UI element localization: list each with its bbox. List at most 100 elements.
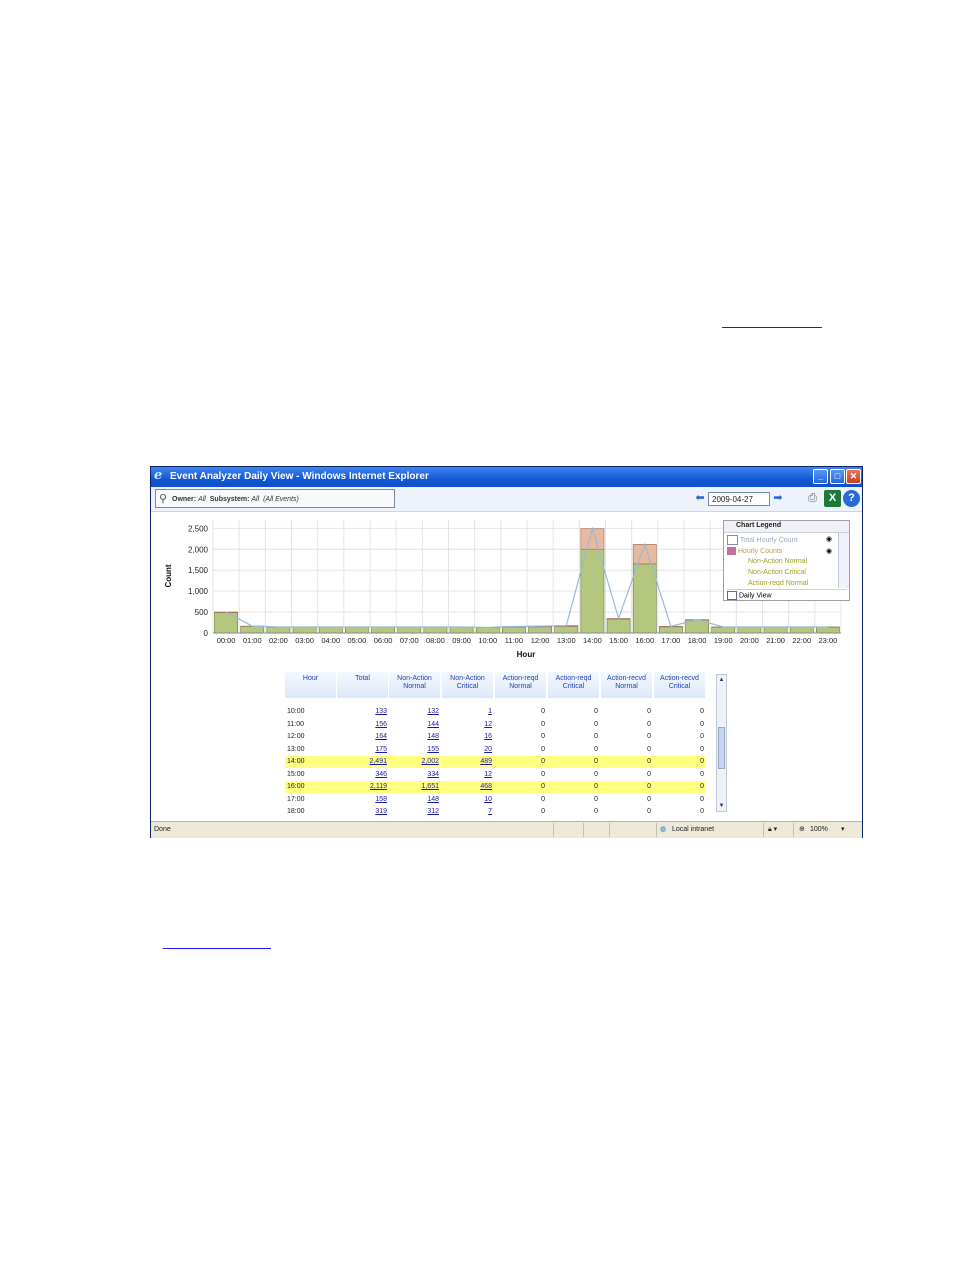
minimize-button[interactable]: _ bbox=[813, 469, 828, 484]
legend-item[interactable]: Total Hourly Count bbox=[727, 535, 797, 545]
column-header[interactable]: Action-reqd Normal bbox=[495, 672, 547, 698]
bar-non-action-normal[interactable] bbox=[528, 626, 552, 634]
count-cell[interactable]: 175 bbox=[337, 744, 387, 756]
bar-non-action-normal[interactable] bbox=[423, 626, 448, 634]
bar-non-action-normal[interactable] bbox=[318, 626, 343, 634]
count-cell[interactable]: 2,491 bbox=[337, 756, 387, 768]
count-cell[interactable]: 2,119 bbox=[337, 781, 387, 793]
column-header[interactable]: Action-reqd Critical bbox=[548, 672, 600, 698]
bar-non-action-normal[interactable] bbox=[266, 626, 291, 634]
bar-non-action-normal[interactable] bbox=[711, 626, 736, 634]
bar-non-action-normal[interactable] bbox=[659, 626, 683, 634]
table-row[interactable]: 16:00 2,119 1,651 468 0 0 0 0 bbox=[285, 781, 705, 793]
count-cell[interactable]: 155 bbox=[389, 744, 439, 756]
count-cell[interactable]: 312 bbox=[389, 806, 439, 818]
column-header[interactable]: Non-Action Normal bbox=[389, 672, 441, 698]
count-cell[interactable]: 346 bbox=[337, 769, 387, 781]
date-field[interactable]: 2009-04-27 bbox=[708, 492, 770, 506]
bar-non-action-normal[interactable] bbox=[397, 626, 422, 634]
bar-non-action-normal[interactable] bbox=[763, 626, 788, 634]
count-cell[interactable]: 133 bbox=[337, 706, 387, 718]
scroll-up-icon[interactable]: ▲ bbox=[717, 675, 726, 685]
column-header[interactable]: Action-recvd Critical bbox=[654, 672, 706, 698]
table-row[interactable]: 17:00 158 148 10 0 0 0 0 bbox=[285, 794, 705, 806]
document-link-bottom[interactable] bbox=[163, 948, 271, 949]
count-cell[interactable]: 156 bbox=[337, 719, 387, 731]
close-button[interactable]: ✕ bbox=[846, 469, 861, 484]
count-cell[interactable]: 2,002 bbox=[389, 756, 439, 768]
bar-non-action-normal[interactable] bbox=[449, 626, 474, 634]
table-row[interactable]: 14:00 2,491 2,002 489 0 0 0 0 bbox=[285, 756, 705, 768]
table-row[interactable]: 11:00 156 144 12 0 0 0 0 bbox=[285, 719, 705, 731]
eye-icon[interactable]: ◉ bbox=[826, 535, 832, 543]
zoom-icon[interactable]: ⊕ bbox=[799, 822, 805, 838]
table-row[interactable]: 18:00 319 312 7 0 0 0 0 bbox=[285, 806, 705, 818]
count-cell[interactable]: 12 bbox=[442, 769, 492, 781]
count-cell[interactable]: 12 bbox=[442, 719, 492, 731]
excel-icon[interactable]: X bbox=[824, 490, 841, 507]
bar-non-action-normal[interactable] bbox=[502, 626, 526, 634]
chevron-down-icon[interactable]: ▾ bbox=[841, 822, 845, 838]
scroll-thumb[interactable] bbox=[718, 727, 725, 769]
filter-summary[interactable]: ⚲ Owner: All Subsystem: All (All Events) bbox=[155, 489, 395, 508]
legend-item[interactable]: Non-Action Critical bbox=[748, 569, 806, 576]
table-scrollbar[interactable]: ▲ ▼ bbox=[716, 674, 727, 812]
bar-non-action-normal[interactable] bbox=[580, 548, 605, 634]
bar-non-action-normal[interactable] bbox=[292, 626, 317, 634]
bar-non-action-normal[interactable] bbox=[632, 563, 657, 634]
printer-icon[interactable]: ⎙ bbox=[804, 490, 821, 507]
protected-mode-icon[interactable]: 🔒︎ ▾ bbox=[768, 822, 777, 838]
legend-scrollbar[interactable] bbox=[838, 533, 849, 588]
table-row[interactable]: 15:00 346 334 12 0 0 0 0 bbox=[285, 769, 705, 781]
count-cell[interactable]: 1 bbox=[442, 706, 492, 718]
bar-non-action-normal[interactable] bbox=[345, 626, 369, 634]
count-cell[interactable]: 319 bbox=[337, 806, 387, 818]
chart-legend[interactable]: Chart Legend Total Hourly Count ◉ Hourly… bbox=[723, 520, 850, 601]
zoom-level[interactable]: 100% bbox=[810, 822, 828, 838]
count-cell[interactable]: 10 bbox=[442, 794, 492, 806]
bar-non-action-normal[interactable] bbox=[816, 626, 840, 634]
count-cell[interactable]: 7 bbox=[442, 806, 492, 818]
legend-footer[interactable]: Daily View bbox=[727, 589, 847, 600]
bar-non-action-normal[interactable] bbox=[737, 626, 762, 634]
legend-item[interactable]: Action-reqd Normal bbox=[748, 580, 808, 587]
table-row[interactable]: 10:00 133 132 1 0 0 0 0 bbox=[285, 706, 705, 718]
eye-icon[interactable]: ◉ bbox=[826, 547, 832, 555]
column-header[interactable]: Non-Action Critical bbox=[442, 672, 494, 698]
count-cell[interactable]: 164 bbox=[337, 731, 387, 743]
scroll-down-icon[interactable]: ▼ bbox=[717, 801, 726, 811]
count-cell[interactable]: 20 bbox=[442, 744, 492, 756]
bar-non-action-normal[interactable] bbox=[214, 612, 238, 634]
column-header[interactable]: Action-recvd Normal bbox=[601, 672, 653, 698]
maximize-button[interactable]: □ bbox=[830, 469, 845, 484]
count-cell[interactable]: 489 bbox=[442, 756, 492, 768]
count-cell[interactable]: 16 bbox=[442, 731, 492, 743]
count-cell[interactable]: 148 bbox=[389, 794, 439, 806]
table-row[interactable]: 13:00 175 155 20 0 0 0 0 bbox=[285, 744, 705, 756]
count-cell[interactable]: 468 bbox=[442, 781, 492, 793]
table-row[interactable]: 12:00 164 148 16 0 0 0 0 bbox=[285, 731, 705, 743]
bar-non-action-normal[interactable] bbox=[554, 626, 579, 634]
bar-non-action-normal[interactable] bbox=[371, 626, 395, 634]
bar-non-action-normal[interactable] bbox=[240, 626, 265, 634]
count-cell[interactable]: 148 bbox=[389, 731, 439, 743]
column-header[interactable]: Total bbox=[337, 672, 389, 698]
bar-non-action-critical[interactable] bbox=[632, 544, 657, 565]
right-arrow-icon[interactable]: ➡ bbox=[772, 492, 784, 504]
left-arrow-icon[interactable]: ⬅ bbox=[694, 492, 706, 504]
legend-item[interactable]: Non-Action Normal bbox=[748, 558, 807, 565]
document-link-top[interactable] bbox=[722, 327, 822, 328]
help-icon[interactable]: ? bbox=[843, 490, 860, 507]
bar-non-action-normal[interactable] bbox=[606, 618, 631, 634]
legend-item[interactable]: Hourly Counts bbox=[727, 547, 782, 555]
bar-non-action-critical[interactable] bbox=[580, 528, 605, 550]
count-cell[interactable]: 334 bbox=[389, 769, 439, 781]
count-cell[interactable]: 132 bbox=[389, 706, 439, 718]
count-cell[interactable]: 158 bbox=[337, 794, 387, 806]
count-cell[interactable]: 1,651 bbox=[389, 781, 439, 793]
bar-non-action-normal[interactable] bbox=[475, 627, 500, 634]
title-bar: e Event Analyzer Daily View - Windows In… bbox=[151, 467, 862, 487]
column-header[interactable]: Hour bbox=[285, 672, 337, 698]
bar-non-action-normal[interactable] bbox=[789, 626, 814, 634]
count-cell[interactable]: 144 bbox=[389, 719, 439, 731]
